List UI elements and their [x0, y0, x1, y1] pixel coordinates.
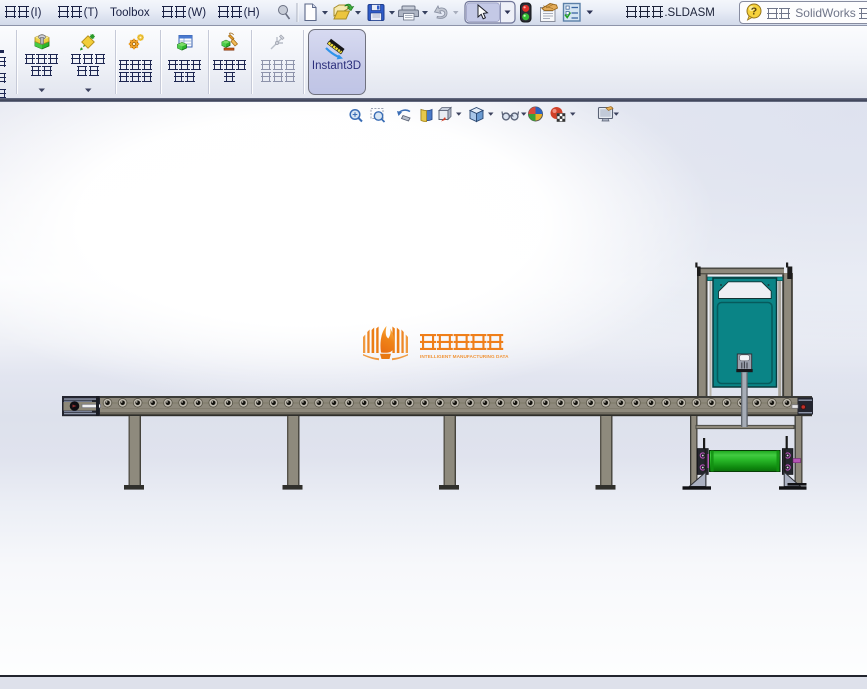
svg-text:?: ?	[751, 6, 757, 18]
svg-text:INTELLIGENT MANUFACTURING DATA: INTELLIGENT MANUFACTURING DATA	[420, 354, 509, 359]
